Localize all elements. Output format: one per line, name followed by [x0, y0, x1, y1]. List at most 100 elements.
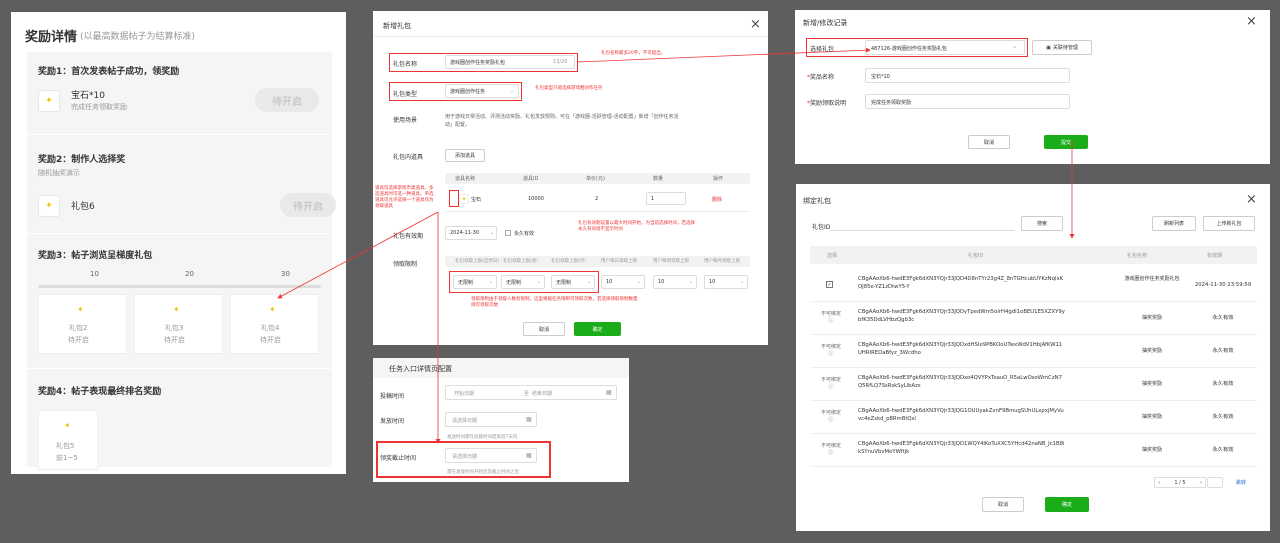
reward1-pending-button[interactable]: 待开启: [255, 88, 319, 112]
prize-name-input[interactable]: 宝石*10: [865, 68, 1070, 83]
row-gift-id: CBgAAoXb6-hwdE3Fgk6dXN3YQjr33JQD4D8nTYr2…: [858, 276, 1064, 290]
new-gift-dialog: 新增礼包 × 礼包名称 游戏圈创作任务奖励礼包 13/20 礼包名称最多20字，…: [373, 11, 768, 345]
submit-time-label: 投稿时间: [380, 393, 405, 400]
reward-detail-panel: 奖励详情 (以最高数据帖子为结算标准) 奖励1：首次发表帖子成功，领奖励 ✦ 宝…: [11, 12, 346, 474]
usage-text: 用于游戏日常活动、评测活动奖励、礼包发放规则。可在「游戏圈-活跃管理-活动配置」…: [445, 114, 679, 128]
bind-gift-dialog: 绑定礼包 × 礼包ID 搜索 刷新列表 上传新礼包 选择 礼包ID 礼包名称 有…: [796, 184, 1270, 531]
chevron-left-icon[interactable]: ‹: [1158, 480, 1160, 486]
cancel-button[interactable]: 取消: [968, 135, 1010, 149]
row-status: 不可绑定 ⓘ: [820, 311, 841, 324]
task-config-title: 任务入口详情页配置: [389, 365, 452, 373]
table-row[interactable]: 不可绑定 ⓘ CBgAAoXb6-hwdE3Fgk6dXN3YQjr33JQDyTp…: [810, 302, 1257, 335]
tier-card: ✦ 礼包3 待开启: [134, 294, 223, 354]
reward2-pending-button[interactable]: 待开启: [280, 193, 336, 217]
rank-name: 礼包5: [56, 442, 75, 450]
submit-range-picker[interactable]: 开始日期 至 结束日期 ▦: [445, 385, 617, 400]
row-valid: 永久有效: [1212, 315, 1234, 321]
publish-time-label: 发放时间: [380, 418, 405, 425]
recv-label: 领取限制: [393, 261, 418, 268]
row-gift-id: CBgAAoXb6-hwdE3Fgk6dXN3YQjr33JQD1WQY4lKo…: [858, 441, 1065, 455]
cancel-button[interactable]: 取消: [982, 497, 1024, 512]
gift-icon: ✦: [77, 305, 84, 314]
row-gift-id: CBgAAoXb6-hwdE3Fgk6dXN3YQjr33JQDxo4QVYPx…: [858, 375, 1062, 389]
reward-title: 奖励详情: [25, 30, 78, 45]
confirm-button[interactable]: 确定: [1045, 497, 1089, 512]
add-prop-button[interactable]: 添加道具: [445, 149, 485, 162]
gift-icon: ✦: [269, 305, 276, 314]
gift-icon: ▣: [1046, 44, 1051, 51]
delete-link[interactable]: 删除: [712, 196, 722, 203]
reward-subtitle: (以最高数据帖子为结算标准): [80, 32, 196, 42]
search-button[interactable]: 搜索: [1021, 216, 1063, 231]
gift-id-label: 礼包ID: [812, 224, 831, 231]
gift-icon: ✦: [38, 195, 60, 217]
reward2-title: 奖励2：制作人选择奖: [38, 155, 126, 165]
reward-list: 奖励1：首次发表帖子成功，领奖励 ✦ 宝石*10 完成任务领取奖励 待开启 奖励…: [27, 52, 336, 470]
chevron-right-icon[interactable]: ›: [1200, 480, 1202, 486]
props-label: 礼包内道具: [393, 154, 424, 161]
table-row[interactable]: 不可绑定 ⓘ CBgAAoXb6-hwdE3Fgk6dXN3YQjr33JQG1OU…: [810, 401, 1257, 434]
row-gift-name: 抽奖奖励: [1141, 348, 1162, 354]
confirm-button[interactable]: 确定: [574, 322, 621, 336]
info-icon: ⓘ: [828, 351, 834, 357]
dialog-title: 新增礼包: [383, 22, 411, 30]
progress-track: [38, 285, 321, 288]
gem-icon: ✦: [459, 194, 469, 204]
gem-icon: ✦: [38, 90, 60, 112]
submit-button[interactable]: 提交: [1044, 135, 1088, 149]
usage-label: 使用场景: [393, 117, 418, 124]
reward1-item: 宝石*10: [71, 91, 105, 101]
reward1-desc: 完成任务领取奖励: [71, 103, 127, 111]
info-icon: ⓘ: [828, 450, 834, 456]
close-icon[interactable]: ×: [1246, 193, 1257, 206]
tier-name: 礼包4: [261, 324, 280, 332]
row-checkbox[interactable]: ✓: [826, 281, 833, 288]
prop-id: 10000: [528, 196, 544, 202]
refresh-button[interactable]: 刷新列表: [1152, 216, 1196, 231]
chevron-down-icon: ⌄: [689, 279, 694, 285]
tier-name: 礼包2: [69, 324, 88, 332]
publish-hint: 发放时间需在投稿时间结束后7天内: [447, 435, 518, 440]
record-title: 新增/修改记录: [803, 19, 848, 27]
calendar-icon: ▦: [606, 389, 612, 396]
recv-user-limit-select[interactable]: 10 ⌄: [704, 275, 748, 289]
table-row[interactable]: 不可绑定 ⓘ CBgAAoXb6-hwdE3Fgk6dXN3YQjr33JQD1WQ…: [810, 434, 1257, 467]
prize-desc-input[interactable]: 完成任务领取奖励: [865, 94, 1070, 109]
prop-qty-input[interactable]: 1: [646, 192, 686, 205]
goto-link[interactable]: 跳转: [1236, 479, 1246, 486]
tick-label: 10: [90, 270, 99, 278]
reward1-title: 奖励1：首次发表帖子成功，领奖励: [38, 67, 180, 77]
row-status: 不可绑定 ⓘ: [820, 377, 841, 390]
row-status: 不可绑定 ⓘ: [820, 344, 841, 357]
info-icon: ⓘ: [828, 318, 834, 324]
tier-status: 待开启: [260, 336, 281, 344]
row-gift-name: 抽奖奖励: [1141, 315, 1162, 321]
row-valid: 永久有效: [1212, 447, 1234, 453]
valid-date-select[interactable]: 2024-11-30 ⌄: [445, 226, 497, 240]
cancel-button[interactable]: 取消: [523, 322, 565, 336]
prize-desc-label: *奖励领取说明: [807, 100, 847, 107]
tick-label: 30: [281, 270, 290, 278]
table-row[interactable]: 不可绑定 ⓘ CBgAAoXb6-hwdE3Fgk6dXN3YQjr33JQDxdH…: [810, 335, 1257, 368]
table-row[interactable]: ✓ CBgAAoXb6-hwdE3Fgk6dXN3YQjr33JQD4D8nTYr…: [810, 269, 1257, 302]
row-valid: 永久有效: [1212, 381, 1234, 387]
calendar-icon: ▦: [526, 416, 532, 423]
pagination[interactable]: ‹ 1 / 5 ›: [1154, 477, 1206, 488]
info-icon: ⓘ: [828, 417, 834, 423]
recv-user-limit-select[interactable]: 10 ⌄: [601, 275, 645, 289]
record-dialog: 新增/修改记录 × 选择礼包 487126-游戏圈创作任务奖励礼包 ⌄ ▣ 关联待…: [795, 10, 1270, 164]
table-row[interactable]: 不可绑定 ⓘ CBgAAoXb6-hwdE3Fgk6dXN3YQjr33JQDxo4…: [810, 368, 1257, 401]
page-jump-input[interactable]: [1207, 477, 1223, 488]
gift-id-input[interactable]: [830, 216, 1015, 231]
forever-label: 永久有效: [514, 231, 535, 237]
chevron-down-icon: ⌄: [740, 279, 745, 285]
forever-checkbox[interactable]: [505, 230, 511, 236]
close-icon[interactable]: ×: [1246, 15, 1257, 28]
recv-user-limit-select[interactable]: 10 ⌄: [653, 275, 697, 289]
upload-button[interactable]: 上传新礼包: [1203, 216, 1255, 231]
task-config-panel: 任务入口详情页配置 投稿时间 开始日期 至 结束日期 ▦ 发放时间 请选择日期 …: [373, 358, 629, 482]
close-icon[interactable]: ×: [750, 18, 761, 31]
publish-date-picker[interactable]: 请选择日期 ▦: [445, 412, 537, 427]
reward3-title: 奖励3：帖子浏览呈梯度礼包: [38, 251, 153, 261]
bind-gift-button[interactable]: ▣ 关联待管理: [1032, 40, 1092, 55]
